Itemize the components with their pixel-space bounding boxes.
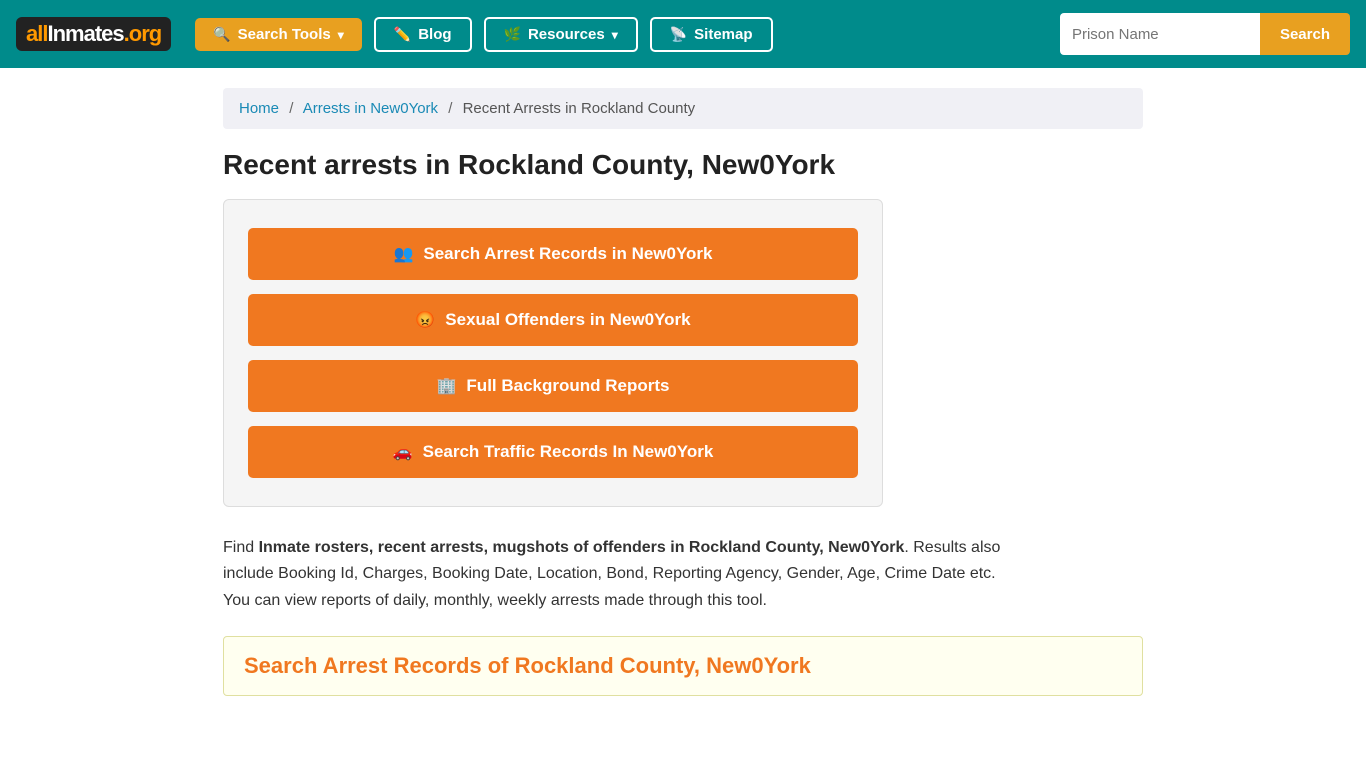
search-icon [213, 26, 230, 43]
logo-all: all [26, 21, 47, 46]
sitemap-icon [670, 26, 687, 43]
chevron-down-icon [338, 26, 344, 43]
traffic-records-button[interactable]: Search Traffic Records In New0York [248, 426, 858, 478]
description-intro: Find [223, 539, 259, 556]
header-search-wrap: Search [1060, 13, 1350, 55]
logo-area: allInmates.org [16, 17, 171, 51]
description-paragraph: Find Inmate rosters, recent arrests, mug… [223, 535, 1003, 614]
logo-inmates: nmates [53, 21, 124, 46]
chevron-down-icon-2 [612, 26, 618, 43]
resources-button[interactable]: Resources [484, 17, 638, 52]
header-search-label: Search [1280, 26, 1330, 43]
resources-icon [504, 26, 521, 43]
sitemap-button[interactable]: Sitemap [650, 17, 773, 52]
logo-org: .org [124, 21, 162, 46]
blog-button[interactable]: Blog [374, 17, 472, 52]
arrest-records-button[interactable]: Search Arrest Records in New0York [248, 228, 858, 280]
search-tools-button[interactable]: Search Tools [195, 18, 362, 51]
building-icon [437, 376, 457, 396]
car-icon [393, 442, 413, 462]
search-tools-label: Search Tools [238, 26, 331, 43]
logo-text: allInmates.org [26, 21, 161, 47]
arrest-records-label: Search Arrest Records in New0York [423, 244, 712, 264]
sex-offenders-label: Sexual Offenders in New0York [445, 310, 690, 330]
traffic-records-label: Search Traffic Records In New0York [423, 442, 714, 462]
page-title: Recent arrests in Rockland County, New0Y… [223, 149, 1143, 181]
header: allInmates.org Search Tools Blog Resourc… [0, 0, 1366, 68]
breadcrumb-home[interactable]: Home [239, 100, 279, 117]
background-reports-button[interactable]: Full Background Reports [248, 360, 858, 412]
resources-label: Resources [528, 26, 605, 43]
breadcrumb-sep-1: / [289, 100, 293, 117]
breadcrumb-arrests-ny[interactable]: Arrests in New0York [303, 100, 438, 117]
background-reports-label: Full Background Reports [466, 376, 669, 396]
breadcrumb-sep-2: / [448, 100, 452, 117]
breadcrumb: Home / Arrests in New0York / Recent Arre… [223, 88, 1143, 129]
prison-name-input[interactable] [1060, 13, 1260, 55]
section-heading: Search Arrest Records of Rockland County… [223, 636, 1143, 696]
breadcrumb-current: Recent Arrests in Rockland County [463, 100, 696, 117]
main-content: Home / Arrests in New0York / Recent Arre… [203, 88, 1163, 696]
sex-offenders-button[interactable]: Sexual Offenders in New0York [248, 294, 858, 346]
angry-icon [415, 310, 435, 330]
blog-icon [394, 26, 411, 43]
people-icon [393, 244, 413, 264]
blog-label: Blog [418, 26, 451, 43]
action-card: Search Arrest Records in New0York Sexual… [223, 199, 883, 507]
sitemap-label: Sitemap [694, 26, 752, 43]
description-bold: Inmate rosters, recent arrests, mugshots… [259, 539, 905, 556]
section-heading-title: Search Arrest Records of Rockland County… [244, 653, 1122, 679]
header-search-button[interactable]: Search [1260, 13, 1350, 55]
logo: allInmates.org [16, 17, 171, 51]
